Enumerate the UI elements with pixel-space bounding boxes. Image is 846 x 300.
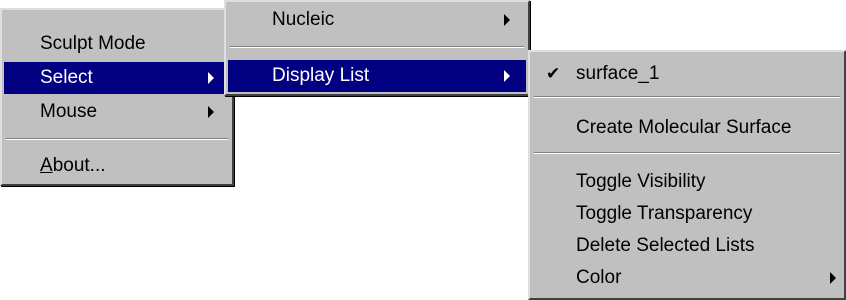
menu-item-label: Sculpt Mode <box>40 33 146 54</box>
menu-separator <box>230 46 524 48</box>
menu-item-nucleic[interactable]: Nucleic <box>228 4 526 36</box>
select-submenu: Nucleic Display List <box>224 0 530 96</box>
display-list-submenu: ✔ surface_1 Create Molecular Surface Tog… <box>528 50 846 300</box>
menu-item-label: Toggle Transparency <box>576 203 753 224</box>
menu-item-label: Color <box>576 267 622 288</box>
menu-separator <box>534 96 840 98</box>
menu-item-sculpt-mode[interactable]: Sculpt Mode <box>4 28 230 60</box>
menu-item-label: Create Molecular Surface <box>576 117 792 138</box>
menu-item-label: About... <box>40 150 106 182</box>
menu-item-select[interactable]: Select <box>4 62 230 94</box>
menu-item-label: Toggle Visibility <box>576 171 706 192</box>
submenu-arrow-icon <box>208 72 214 84</box>
menu-item-label: Delete Selected Lists <box>576 235 755 256</box>
menu-item-create-molecular-surface[interactable]: Create Molecular Surface <box>532 112 842 144</box>
submenu-arrow-icon <box>830 272 836 284</box>
menu-item-label: surface_1 <box>576 63 660 84</box>
menu-item-delete-selected-lists[interactable]: Delete Selected Lists <box>532 230 842 262</box>
menu-item-label: Display List <box>272 65 370 86</box>
menu-separator <box>534 152 840 154</box>
menu-item-surface-1[interactable]: ✔ surface_1 <box>532 58 842 90</box>
menu-item-label-rest: bout... <box>52 155 106 176</box>
menu-item-toggle-visibility[interactable]: Toggle Visibility <box>532 166 842 198</box>
menu-item-about[interactable]: About... <box>4 150 230 182</box>
menu-separator <box>6 138 228 140</box>
checkmark-icon: ✔ <box>546 64 561 83</box>
menu-item-toggle-transparency[interactable]: Toggle Transparency <box>532 198 842 230</box>
menu-item-mouse[interactable]: Mouse <box>4 96 230 128</box>
submenu-arrow-icon <box>504 70 510 82</box>
mnemonic-letter: A <box>40 155 53 176</box>
menu-item-color[interactable]: Color <box>532 262 842 294</box>
menu-item-label: Nucleic <box>272 9 335 30</box>
menu-item-label: Mouse <box>40 101 98 122</box>
menu-item-label: Select <box>40 67 93 88</box>
submenu-arrow-icon <box>504 14 510 26</box>
menu-item-display-list[interactable]: Display List <box>228 60 526 92</box>
submenu-arrow-icon <box>208 106 214 118</box>
main-menu: Sculpt Mode Select Mouse About... <box>0 8 234 186</box>
